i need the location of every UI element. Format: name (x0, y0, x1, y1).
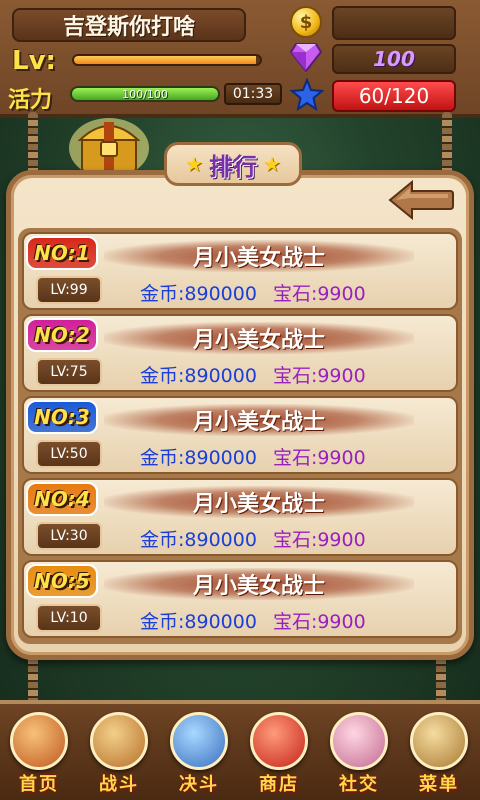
ranking-row[interactable]: NO:5 LV:10 月小美女战士 金币:890000 宝石:9900 (22, 560, 458, 638)
gem-amount: 宝石:9900 (272, 282, 366, 305)
nav-item-shop[interactable]: 商店 (240, 708, 318, 800)
level-badge: LV:75 (36, 358, 102, 386)
gold-amount: 金币:890000 (140, 528, 257, 551)
social-icon (330, 712, 388, 770)
gem-counter: 100 (332, 44, 456, 74)
back-button[interactable] (388, 180, 454, 220)
rank-badge: NO:4 (26, 482, 98, 516)
star-icon: ★ (185, 152, 203, 176)
ranking-list: NO:1 LV:99 月小美女战士 金币:890000 宝石:9900 NO:2… (18, 228, 462, 644)
gold-amount: 金币:890000 (140, 610, 257, 633)
ranked-player-name: 月小美女战士 (104, 486, 414, 518)
gem-amount: 宝石:9900 (272, 446, 366, 469)
vitality-timer: 01:33 (224, 83, 282, 105)
gold-amount: 金币:890000 (140, 446, 257, 469)
battle-icon (90, 712, 148, 770)
player-stats: 金币:890000 宝石:9900 (140, 606, 450, 634)
level-badge: LV:10 (36, 604, 102, 632)
nav-item-social[interactable]: 社交 (320, 708, 398, 800)
player-stats: 金币:890000 宝石:9900 (140, 360, 450, 388)
gold-amount: 金币:890000 (140, 282, 257, 305)
ranking-row[interactable]: NO:4 LV:30 月小美女战士 金币:890000 宝石:9900 (22, 478, 458, 556)
player-stats: 金币:890000 宝石:9900 (140, 442, 450, 470)
nav-label: 菜单 (419, 774, 459, 795)
nav-item-home[interactable]: 首页 (0, 708, 78, 800)
page-title: 排行 (209, 152, 257, 181)
ranked-player-name: 月小美女战士 (104, 322, 414, 354)
coin-counter (332, 6, 456, 40)
hanging-chain (442, 112, 452, 178)
star-icon: ★ (263, 152, 281, 176)
ranking-row[interactable]: NO:1 LV:99 月小美女战士 金币:890000 宝石:9900 (22, 232, 458, 310)
ranked-player-name: 月小美女战士 (104, 240, 414, 272)
shop-icon (250, 712, 308, 770)
ranked-player-name: 月小美女战士 (104, 568, 414, 600)
star-counter: 60/120 (332, 80, 456, 112)
rank-badge: NO:5 (26, 564, 98, 598)
gold-amount: 金币:890000 (140, 364, 257, 387)
nav-item-duel[interactable]: 决斗 (160, 708, 238, 800)
vitality-value: 100/100 (122, 87, 168, 101)
home-icon (10, 712, 68, 770)
hanging-chain (28, 112, 38, 178)
nav-label: 决斗 (179, 774, 219, 795)
ranking-row[interactable]: NO:3 LV:50 月小美女战士 金币:890000 宝石:9900 (22, 396, 458, 474)
vitality-label: 活力 (8, 88, 53, 113)
player-stats: 金币:890000 宝石:9900 (140, 278, 450, 306)
player-name: 吉登斯你打啥 (12, 8, 246, 42)
level-badge: LV:50 (36, 440, 102, 468)
bottom-navigation: 首页 战斗 决斗 商店 社交 菜单 (0, 700, 480, 800)
gem-amount: 宝石:9900 (272, 364, 366, 387)
nav-item-menu[interactable]: 菜单 (400, 708, 478, 800)
star-icon (290, 78, 324, 112)
experience-bar (72, 54, 262, 66)
gem-icon (290, 43, 322, 72)
coin-icon: $ (290, 6, 322, 38)
nav-label: 社交 (339, 774, 379, 795)
rank-badge: NO:2 (26, 318, 98, 352)
gem-amount: 宝石:9900 (272, 610, 366, 633)
rank-badge: NO:1 (26, 236, 98, 270)
ranked-player-name: 月小美女战士 (104, 404, 414, 436)
level-badge: LV:99 (36, 276, 102, 304)
ranking-title-plate: ★ 排行 ★ (164, 142, 302, 186)
level-badge: LV:30 (36, 522, 102, 550)
level-label: Lv: (12, 46, 56, 76)
gem-amount: 宝石:9900 (272, 528, 366, 551)
rank-badge: NO:3 (26, 400, 98, 434)
menu-icon (410, 712, 468, 770)
nav-item-battle[interactable]: 战斗 (80, 708, 158, 800)
nav-label: 商店 (259, 774, 299, 795)
ranking-row[interactable]: NO:2 LV:75 月小美女战士 金币:890000 宝石:9900 (22, 314, 458, 392)
duel-icon (170, 712, 228, 770)
top-hud: 吉登斯你打啥 Lv: 活力 100/100 01:33 $ 100 60/120 (0, 0, 480, 118)
nav-label: 战斗 (99, 774, 139, 795)
player-stats: 金币:890000 宝石:9900 (140, 524, 450, 552)
nav-label: 首页 (19, 774, 59, 795)
experience-bar-fill (74, 56, 257, 64)
